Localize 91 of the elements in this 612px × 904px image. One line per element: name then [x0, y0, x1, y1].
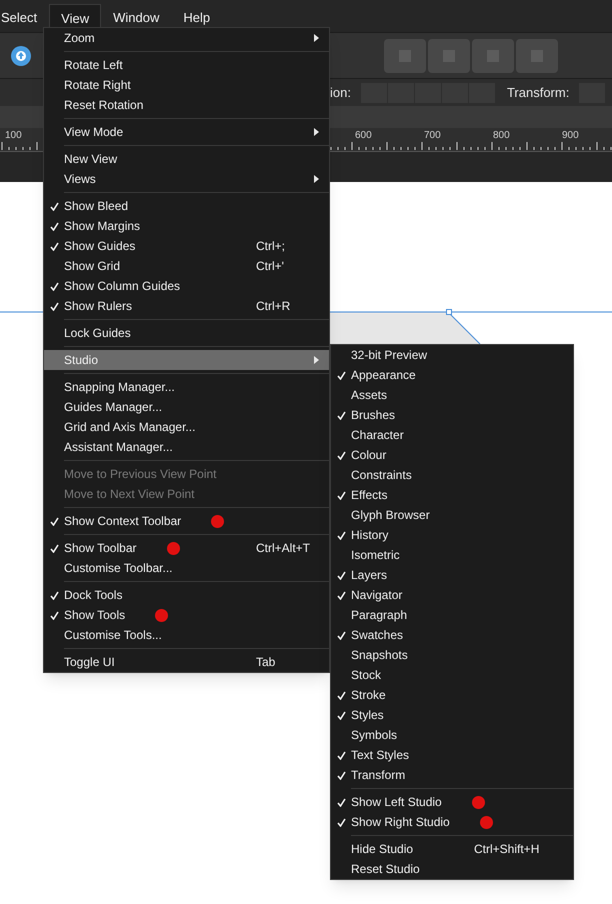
- checkmark-icon: [50, 610, 58, 620]
- menu-item[interactable]: Assistant Manager...: [44, 437, 329, 457]
- checkmark-icon: [336, 530, 346, 540]
- checkmark-icon: [50, 544, 58, 552]
- menu-item[interactable]: Colour: [331, 445, 573, 465]
- menu-item[interactable]: Character: [331, 425, 573, 445]
- menu-item[interactable]: Rotate Right: [44, 75, 329, 95]
- arrange-button[interactable]: [472, 38, 514, 72]
- menu-item[interactable]: Studio: [44, 350, 329, 370]
- checkmark-icon: [50, 302, 58, 310]
- menu-item[interactable]: Appearance: [331, 365, 573, 385]
- ruler-label: 600: [355, 129, 372, 143]
- checkmark-icon: [336, 570, 346, 580]
- ruler-label: 100: [5, 129, 22, 143]
- menu-item[interactable]: Show Toolbar Ctrl+Alt+T: [44, 538, 329, 558]
- menu-item[interactable]: Grid and Axis Manager...: [44, 417, 329, 437]
- arrange-button[interactable]: [428, 38, 470, 72]
- toolbar-label: ion:: [330, 84, 351, 102]
- menu-item[interactable]: View Mode: [44, 122, 329, 142]
- checkmark-icon: [336, 818, 346, 826]
- menu-item[interactable]: Toggle UI Tab: [44, 652, 329, 672]
- ruler-label: 800: [493, 129, 510, 143]
- menu-item[interactable]: Show Margins: [44, 216, 329, 236]
- checkmark-icon: [336, 370, 346, 380]
- menu-item[interactable]: Show Tools: [44, 605, 329, 625]
- menu-item[interactable]: Symbols: [331, 725, 573, 745]
- menu-item[interactable]: Assets: [331, 385, 573, 405]
- toolbar-label: Transform:: [506, 84, 570, 102]
- menu-item[interactable]: Lock Guides: [44, 323, 329, 343]
- menu-item[interactable]: Show Grid Ctrl+': [44, 256, 329, 276]
- menu-item[interactable]: Isometric: [331, 545, 573, 565]
- submenu-arrow-icon: [314, 128, 319, 136]
- checkmark-icon: [50, 282, 58, 290]
- checkmark-icon: [336, 750, 346, 760]
- menu-item[interactable]: Show Left Studio: [331, 792, 573, 812]
- menu-item[interactable]: Show Column Guides: [44, 276, 329, 296]
- menu-item[interactable]: Snapping Manager...: [44, 377, 329, 397]
- menu-item[interactable]: Constraints: [331, 465, 573, 485]
- menu-item[interactable]: Stroke: [331, 685, 573, 705]
- checkmark-icon: [50, 590, 58, 600]
- menu-item[interactable]: Customise Tools...: [44, 625, 329, 645]
- menu-item[interactable]: Show Rulers Ctrl+R: [44, 296, 329, 316]
- checkmark-icon: [336, 590, 346, 600]
- flower-icon[interactable]: [10, 44, 32, 66]
- menu-item[interactable]: Layers: [331, 565, 573, 585]
- menu-item[interactable]: Views: [44, 169, 329, 189]
- ruler-label: 700: [424, 129, 441, 143]
- menu-item[interactable]: Rotate Left: [44, 55, 329, 75]
- menu-item[interactable]: Navigator: [331, 585, 573, 605]
- checkmark-icon: [50, 202, 58, 210]
- menu-item[interactable]: Effects: [331, 485, 573, 505]
- menu-item[interactable]: Guides Manager...: [44, 397, 329, 417]
- checkmark-icon: [336, 630, 346, 640]
- menu-item[interactable]: Reset Studio: [331, 859, 573, 879]
- menu-item[interactable]: Show Context Toolbar: [44, 511, 329, 531]
- menu-item[interactable]: Snapshots: [331, 645, 573, 665]
- checkmark-icon: [50, 516, 58, 526]
- ruler-label: 900: [562, 129, 579, 143]
- submenu-arrow-icon: [314, 356, 319, 364]
- checkmark-icon: [50, 242, 58, 250]
- checkmark-icon: [50, 222, 58, 230]
- menu-item[interactable]: Brushes: [331, 405, 573, 425]
- menu-item[interactable]: Glyph Browser: [331, 505, 573, 525]
- checkmark-icon: [336, 490, 346, 500]
- checkmark-icon: [336, 450, 346, 460]
- submenu-arrow-icon: [314, 175, 319, 183]
- arrange-button[interactable]: [384, 38, 426, 72]
- checkmark-icon: [336, 770, 346, 780]
- checkmark-icon: [336, 690, 346, 700]
- checkmark-icon: [336, 710, 346, 720]
- menu-item[interactable]: Swatches: [331, 625, 573, 645]
- menu-item[interactable]: New View: [44, 149, 329, 169]
- menu-item[interactable]: 32-bit Preview: [331, 345, 573, 365]
- menu-item[interactable]: Show Bleed: [44, 196, 329, 216]
- submenu-arrow-icon: [314, 34, 319, 42]
- menu-item[interactable]: Text Styles: [331, 745, 573, 765]
- arrange-button[interactable]: [516, 38, 558, 72]
- menu-item[interactable]: Hide Studio Ctrl+Shift+H: [331, 839, 573, 859]
- menu-item[interactable]: Dock Tools: [44, 585, 329, 605]
- menu-item[interactable]: Paragraph: [331, 605, 573, 625]
- menu-item[interactable]: Show Guides Ctrl+;: [44, 236, 329, 256]
- menu-item[interactable]: Reset Rotation: [44, 95, 329, 115]
- menu-item[interactable]: History: [331, 525, 573, 545]
- checkmark-icon: [336, 798, 346, 806]
- menu-item[interactable]: Transform: [331, 765, 573, 785]
- menu-item[interactable]: Customise Toolbar...: [44, 558, 329, 578]
- checkmark-icon: [336, 410, 346, 420]
- selection-handle[interactable]: [446, 309, 452, 315]
- menu-item[interactable]: Show Right Studio: [331, 812, 573, 832]
- menu-item[interactable]: Styles: [331, 705, 573, 725]
- menu-item[interactable]: Stock: [331, 665, 573, 685]
